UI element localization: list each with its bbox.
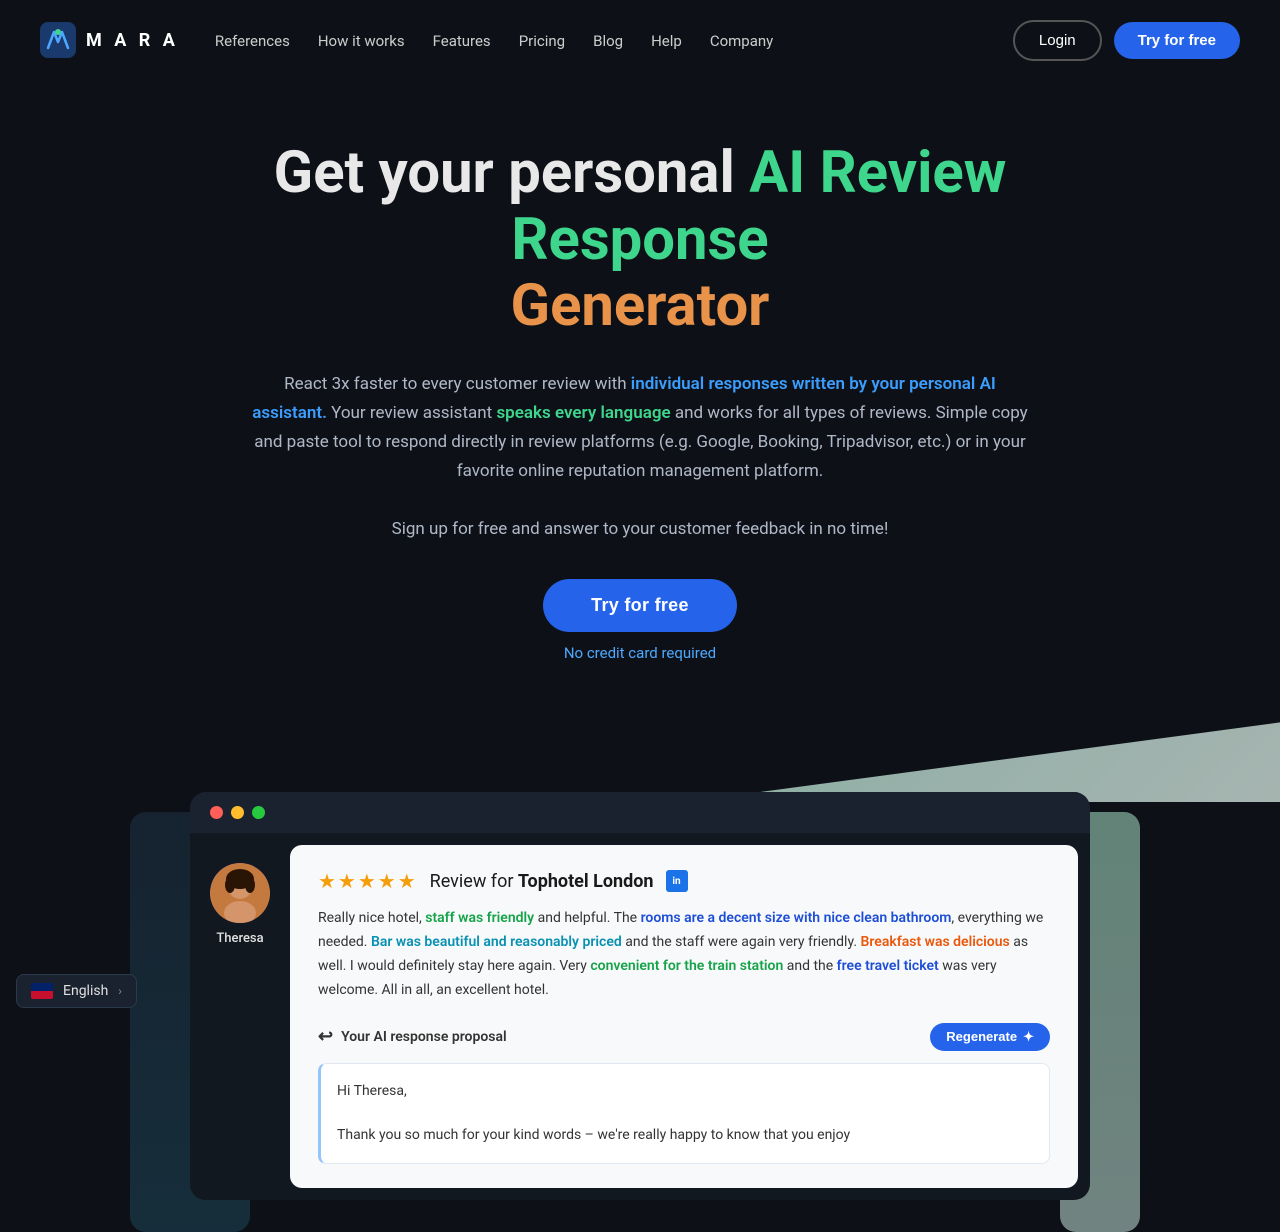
ai-response-label-text: Your AI response proposal [341,1029,507,1045]
avatar [210,863,270,923]
review-t7: and the staff were again very friendly. [622,934,861,950]
nav-help[interactable]: Help [651,32,682,50]
hero-section: Get your personal AI Review Response Gen… [190,80,1090,702]
hero-headline: Get your personal AI Review Response Gen… [230,140,1050,340]
nav-left: M A R A References How it works Features… [40,22,773,58]
regenerate-button[interactable]: Regenerate ✦ [930,1023,1050,1051]
nav-links: References How it works Features Pricing… [215,31,773,50]
reviewer-name: Theresa [216,931,263,946]
review-t3: and helpful. The [534,910,640,926]
review-t6: Bar was beautiful and reasonably priced [371,934,622,950]
nav-blog[interactable]: Blog [593,32,623,50]
dot-yellow [231,806,244,819]
headline-prefix: Get your personal [274,139,750,207]
desc-part2: Your review assistant [327,403,497,423]
logo[interactable]: M A R A [40,22,179,58]
hero-cta: Try for free No credit card required [230,579,1050,662]
no-credit-text: No credit card required [564,644,716,662]
review-t12: free travel ticket [837,958,939,974]
hotel-icon: in [666,870,688,892]
desc-highlight2: speaks every language [496,403,670,423]
nav-company[interactable]: Company [710,32,773,50]
deco-shape [630,722,1280,802]
review-t4: rooms are a decent size with nice clean … [641,910,952,926]
review-t8: Breakfast was delicious [861,934,1010,950]
demo-card-titlebar [190,792,1090,833]
review-t10: convenient for the train station [590,958,783,974]
demo-card-body: Theresa ★★★★★ Review for Tophotel London… [190,833,1090,1199]
desc-part1: React 3x faster to every customer review… [284,374,631,394]
language-label: English [63,983,108,999]
ai-response-box: Hi Theresa, Thank you so much for your k… [318,1063,1050,1164]
flag-icon [31,983,53,999]
language-selector[interactable]: English › [16,974,137,1008]
nav-references[interactable]: References [215,32,290,50]
desc-signup: Sign up for free and answer to your cust… [392,519,889,539]
nav-features[interactable]: Features [433,32,491,50]
dot-green-dot [252,806,265,819]
hero-description: React 3x faster to every customer review… [250,370,1030,543]
deco-container [0,722,1280,802]
review-stars: ★★★★★ [318,869,418,893]
login-button[interactable]: Login [1013,20,1102,61]
review-for-prefix: Review for [430,871,518,892]
review-title: Review for Tophotel London [430,871,654,892]
ai-response-line2: Thank you so much for your kind words – … [337,1124,1033,1146]
try-for-free-hero-button[interactable]: Try for free [543,579,737,632]
ai-response-label: ↩ Your AI response proposal [318,1026,507,1047]
nav-pricing[interactable]: Pricing [519,32,565,50]
chevron-right-icon: › [118,984,122,998]
reply-icon: ↩ [318,1026,333,1047]
dot-red [210,806,223,819]
review-panel: ★★★★★ Review for Tophotel London in Real… [290,845,1078,1187]
hotel-name: Tophotel London [518,871,654,892]
review-t11: and the [783,958,836,974]
try-for-free-nav-button[interactable]: Try for free [1114,22,1240,59]
nav-how-it-works[interactable]: How it works [318,32,405,50]
demo-card-wrapper: Theresa ★★★★★ Review for Tophotel London… [190,792,1090,1199]
review-text: Really nice hotel, staff was friendly an… [318,907,1050,1002]
avatar-panel: Theresa [190,833,290,1199]
regenerate-label: Regenerate [946,1029,1017,1044]
logo-text: M A R A [86,30,179,51]
demo-card: Theresa ★★★★★ Review for Tophotel London… [190,792,1090,1199]
ai-response-header: ↩ Your AI response proposal Regenerate ✦ [318,1023,1050,1051]
demo-section: Theresa ★★★★★ Review for Tophotel London… [0,792,1280,1199]
navbar: M A R A References How it works Features… [0,0,1280,80]
ai-response-line1: Hi Theresa, [337,1080,1033,1102]
review-header: ★★★★★ Review for Tophotel London in [318,869,1050,893]
regenerate-icon: ✦ [1023,1029,1034,1045]
review-t1: Really nice hotel, [318,910,425,926]
review-t2: staff was friendly [425,910,534,926]
nav-right: Login Try for free [1013,20,1240,61]
headline-generator: Generator [511,272,770,340]
